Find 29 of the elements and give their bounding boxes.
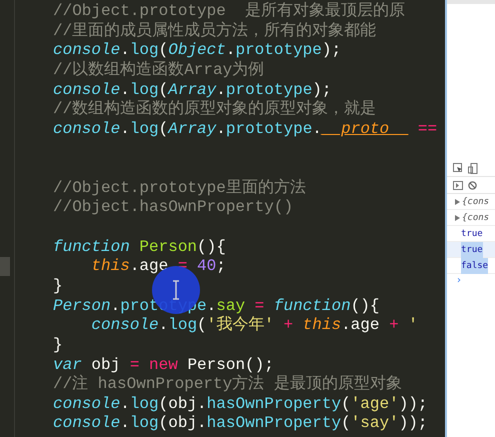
- code-line: console.log('我今年' + this.age + ': [90, 316, 419, 336]
- inspect-icon[interactable]: [453, 163, 463, 173]
- code-line: //Object.prototype 是所有对象最顶层的原: [52, 2, 406, 22]
- clear-icon[interactable]: [468, 180, 477, 190]
- expand-arrow-icon[interactable]: [455, 214, 460, 220]
- code-line: }: [52, 276, 64, 297]
- code-line: console.log(Array.prototype);: [52, 80, 332, 100]
- code-line: //数组构造函数的原型对象的原型对象，就是: [52, 100, 378, 120]
- code-line: //Object.hasOwnProperty(): [52, 198, 294, 218]
- console-output: true: [461, 228, 483, 240]
- code-line: var obj = new Person();: [52, 356, 275, 374]
- code-line: //里面的成员属性成员方法，所有的对象都能: [52, 22, 378, 42]
- code-line: console.log(obj.hasOwnProperty('say'));: [52, 414, 429, 434]
- console-output: false: [461, 258, 488, 274]
- code-line: }: [52, 336, 64, 356]
- expand-arrow-icon[interactable]: [455, 198, 460, 204]
- console-output: {cons: [462, 196, 490, 208]
- sidebar-toggle-icon[interactable]: [453, 180, 463, 190]
- console-prompt[interactable]: ›: [447, 274, 463, 288]
- console-output: {cons: [462, 212, 490, 224]
- code-line: console.log(Object.prototype);: [52, 41, 342, 60]
- console-output: true: [461, 242, 483, 258]
- code-line: //Object.prototype里面的方法: [52, 178, 307, 198]
- code-line: //注 hasOwnProperty方法 是最顶的原型对象: [52, 375, 403, 395]
- code-line: //以数组构造函数Array为例: [52, 60, 266, 81]
- device-icon[interactable]: [468, 162, 478, 174]
- code-line: function Person(){: [52, 238, 227, 258]
- code-line: console.log(Array.prototype.__proto__ ==: [52, 120, 438, 140]
- code-line: console.log(obj.hasOwnProperty('age'));: [52, 394, 429, 414]
